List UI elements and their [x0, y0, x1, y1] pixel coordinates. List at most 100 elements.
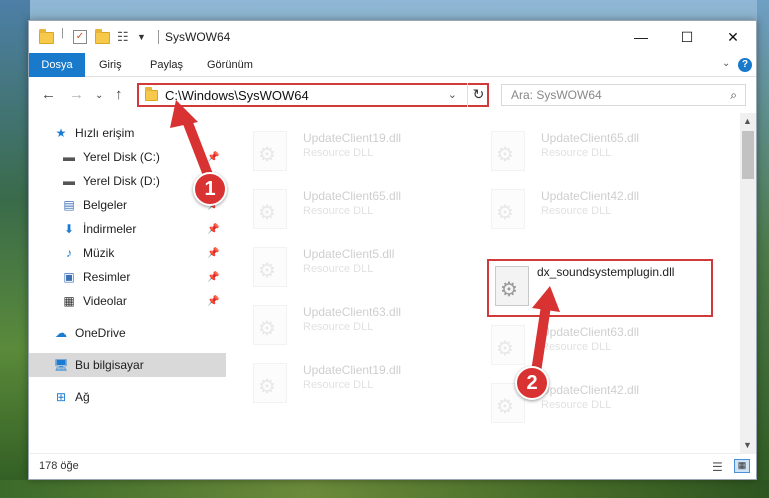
desktop-background-right — [757, 0, 769, 498]
list-item-target-dll[interactable]: dx_soundsystemplugin.dll — [487, 259, 713, 317]
list-item[interactable]: UpdateClient65.dll Resource DLL — [243, 183, 481, 237]
item-count: 178 öğe — [39, 460, 79, 472]
sidebar-item-downloads[interactable]: ⬇ İndirmeler 📌 — [29, 217, 226, 241]
back-arrow-icon[interactable]: ← — [41, 86, 56, 103]
sidebar-item-onedrive[interactable]: ☁ OneDrive — [29, 321, 226, 345]
file-list: UpdateClient19.dll Resource DLL UpdateCl… — [229, 113, 740, 453]
file-description: Resource DLL — [541, 205, 612, 217]
star-icon: ★ — [55, 126, 67, 140]
address-row: ← → ⌄ ↑ C:\Windows\SysWOW64 ⌄ ↻ Ara: Sys… — [29, 77, 756, 113]
file-description: Resource DLL — [303, 321, 374, 333]
sidebar-item-label: Yerel Disk (C:) — [83, 150, 160, 164]
file-description: Resource DLL — [541, 147, 612, 159]
list-item[interactable]: UpdateClient19.dll Resource DLL — [243, 357, 481, 411]
address-bar[interactable]: C:\Windows\SysWOW64 ⌄ — [137, 83, 489, 107]
scrollbar-thumb[interactable] — [742, 131, 754, 179]
file-description: Resource DLL — [303, 205, 374, 217]
desktop-background-bottom — [0, 480, 769, 498]
dll-file-icon — [253, 189, 287, 229]
list-item[interactable]: UpdateClient63.dll Resource DLL — [481, 319, 719, 373]
list-item[interactable]: UpdateClient63.dll Resource DLL — [243, 299, 481, 353]
file-name: UpdateClient42.dll — [541, 383, 640, 397]
scroll-up-icon[interactable]: ▲ — [743, 116, 752, 126]
help-icon[interactable]: ? — [738, 58, 752, 72]
dropdown-icon[interactable]: ▼ — [137, 32, 153, 48]
pin-icon[interactable]: 📌 — [207, 272, 219, 283]
dll-file-icon — [253, 363, 287, 403]
pin-icon[interactable]: 📌 — [207, 224, 219, 235]
file-name: UpdateClient42.dll — [541, 189, 640, 203]
drive-icon: ▬ — [63, 150, 75, 164]
sidebar-item-quick-access[interactable]: ★ Hızlı erişim — [29, 121, 226, 145]
pin-icon[interactable]: 📌 — [207, 296, 219, 307]
file-description: Resource DLL — [303, 147, 374, 159]
tab-share[interactable]: Paylaş — [140, 53, 193, 77]
new-folder-icon[interactable] — [95, 29, 111, 45]
computer-icon: 🖥 — [53, 358, 69, 372]
address-dropdown-icon[interactable]: ⌄ — [448, 88, 457, 101]
folder-icon — [145, 87, 158, 101]
file-name: dx_soundsystemplugin.dll — [537, 265, 675, 279]
sidebar-item-label: Belgeler — [83, 198, 128, 212]
search-input[interactable]: Ara: SysWOW64 ⌕ — [501, 84, 746, 106]
pin-icon[interactable]: 📌 — [207, 248, 219, 259]
vertical-scrollbar[interactable]: ▲ ▼ — [740, 113, 756, 453]
sidebar-item-network[interactable]: ⊞ Ağ — [29, 385, 226, 409]
status-bar: 178 öğe ☰ ▦ — [29, 453, 756, 479]
forward-arrow-icon[interactable]: → — [69, 86, 84, 103]
desktop-background-left — [0, 0, 30, 498]
refresh-icon[interactable]: ↻ — [467, 83, 489, 107]
sidebar-item-label: Yerel Disk (D:) — [83, 174, 160, 188]
close-button[interactable]: ✕ — [710, 21, 756, 53]
document-icon: ▤ — [63, 198, 75, 212]
sidebar-item-label: Ağ — [75, 390, 90, 404]
address-path: C:\Windows\SysWOW64 — [165, 88, 309, 103]
dll-file-icon — [491, 325, 525, 365]
list-item[interactable]: UpdateClient42.dll Resource DLL — [481, 183, 719, 237]
chevron-down-icon[interactable]: ⌄ — [722, 58, 730, 69]
sidebar-item-label: Videolar — [83, 294, 127, 308]
ribbon-tabs: Dosya Giriş Paylaş Görünüm ⌄ ? — [29, 53, 756, 107]
download-icon: ⬇ — [63, 222, 75, 236]
sidebar-item-music[interactable]: ♪ Müzik 📌 — [29, 241, 226, 265]
recent-locations-chevron-icon[interactable]: ⌄ — [95, 90, 103, 101]
scroll-down-icon[interactable]: ▼ — [743, 440, 752, 450]
list-item[interactable]: UpdateClient5.dll Resource DLL — [243, 241, 481, 295]
list-item[interactable]: UpdateClient19.dll Resource DLL — [243, 125, 481, 179]
up-arrow-icon[interactable]: ↑ — [115, 86, 123, 103]
sidebar-item-local-disk-c[interactable]: ▬ Yerel Disk (C:) 📌 — [29, 145, 226, 169]
tab-home[interactable]: Giriş — [89, 53, 132, 77]
dll-file-icon — [495, 266, 529, 306]
file-name: UpdateClient19.dll — [303, 363, 402, 377]
tab-view[interactable]: Görünüm — [197, 53, 263, 77]
properties-icon[interactable]: ✓ — [73, 30, 87, 44]
dll-file-icon — [253, 247, 287, 287]
drive-icon: ▬ — [63, 174, 75, 188]
tiles-view-icon[interactable]: ▦ — [734, 459, 750, 473]
sidebar-item-this-pc[interactable]: 🖥 Bu bilgisayar — [29, 353, 226, 377]
sidebar-item-pictures[interactable]: ▣ Resimler 📌 — [29, 265, 226, 289]
file-name: UpdateClient63.dll — [541, 325, 640, 339]
customize-icon[interactable]: ☷ — [117, 29, 133, 45]
pin-icon[interactable]: 📌 — [207, 152, 219, 163]
file-description: Resource DLL — [541, 341, 612, 353]
sidebar-item-label: İndirmeler — [83, 222, 137, 236]
minimize-button[interactable]: — — [618, 21, 664, 53]
sidebar-item-label: OneDrive — [75, 326, 126, 340]
search-icon[interactable]: ⌕ — [730, 88, 737, 103]
file-name: UpdateClient65.dll — [303, 189, 402, 203]
sidebar-item-label: Hızlı erişim — [75, 126, 135, 140]
maximize-button[interactable]: ☐ — [664, 21, 710, 53]
title-separator — [158, 30, 159, 44]
sidebar-item-videos[interactable]: ▦ Videolar 📌 — [29, 289, 226, 313]
step-2-badge: 2 — [515, 366, 549, 400]
file-description: Resource DLL — [303, 379, 374, 391]
sidebar-item-label: Müzik — [83, 246, 115, 260]
cloud-icon: ☁ — [55, 326, 67, 340]
list-item[interactable]: UpdateClient65.dll Resource DLL — [481, 125, 719, 179]
dll-file-icon — [253, 131, 287, 171]
file-name: UpdateClient65.dll — [541, 131, 640, 145]
folder-icon[interactable] — [39, 29, 55, 45]
file-name: UpdateClient5.dll — [303, 247, 395, 261]
details-view-icon[interactable]: ☰ — [712, 460, 723, 474]
